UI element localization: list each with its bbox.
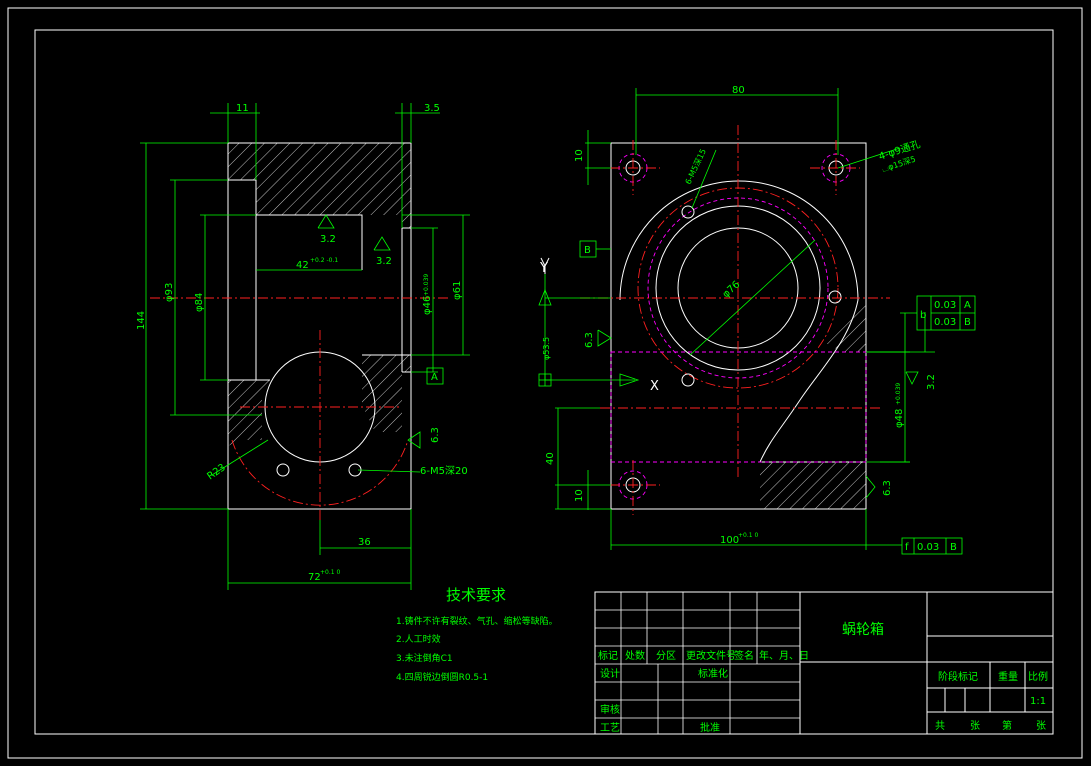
tb-header-count: 处数 — [625, 649, 645, 662]
tb-standard: 标准化 — [698, 667, 728, 680]
tb-header-mark: 标记 — [598, 650, 618, 662]
dim-holes-m5-right: 6-M5深15 — [684, 147, 708, 185]
tb-process: 工艺 — [600, 722, 620, 734]
note-4: 4.四周锐边倒圆R0.5-1 — [396, 671, 488, 683]
gdt-f-value: 0.03 — [917, 542, 939, 553]
gdt-ref-2: B — [964, 317, 971, 328]
dim-42-tol: +0.2 -0.1 — [310, 257, 338, 264]
tb-part-name: 蜗轮箱 — [842, 622, 884, 638]
tb-sheets: 张 — [970, 720, 980, 732]
dim-phi48-tol: +0.039 — [895, 383, 902, 405]
dim-80: 80 — [732, 85, 745, 96]
dim-11: 11 — [236, 103, 249, 114]
dim-phi46-tol: +0.039 — [423, 274, 430, 296]
roughness-left-c: 6.3 — [430, 427, 441, 443]
roughness-left-a: 3.2 — [320, 234, 336, 245]
notes-title: 技术要求 — [446, 586, 506, 604]
dim-36: 36 — [358, 537, 371, 548]
gdt-value-2: 0.03 — [934, 317, 956, 328]
dim-r23: R23 — [205, 462, 227, 482]
axis-y-label: Y — [539, 261, 548, 276]
dim-phi46: φ46 — [422, 296, 433, 315]
gdt-f-symbol: f — [905, 542, 909, 553]
dim-10-bottom: 10 — [574, 489, 585, 502]
roughness-right-a: 6.3 — [584, 332, 595, 348]
tb-total: 共 — [935, 720, 945, 732]
datum-a: A — [431, 372, 438, 383]
gdt-b-symbol: b — [920, 310, 926, 321]
tb-sheet2: 张 — [1036, 720, 1046, 732]
tb-header-docno: 更改文件号 — [686, 649, 736, 662]
dim-100: 100 — [720, 535, 739, 546]
inner-frame — [34, 29, 1054, 735]
title-block: 标记 处数 分区 更改文件号 签名 年、月、日 设计 标准化 审核 工艺 批准 … — [594, 591, 1054, 735]
tb-scale: 1:1 — [1030, 696, 1046, 707]
right-front-view: Y X 80 10 10 40 100 +0.1 0 φ76 φ53.5 φ48… — [538, 85, 976, 555]
tb-header-date: 年、月、日 — [759, 649, 809, 662]
dim-phi93: φ93 — [164, 283, 175, 302]
dim-phi76: φ76 — [721, 279, 743, 300]
left-section-view: 11 3.5 144 φ93 φ84 42 +0.2 -0.1 φ46 +0.0… — [136, 103, 470, 590]
note-2: 2.人工时效 — [396, 633, 441, 645]
roughness-right-b: 3.2 — [926, 374, 937, 390]
tb-review: 审核 — [600, 703, 620, 716]
dim-phi61: φ61 — [452, 281, 463, 300]
axis-x-label: X — [650, 379, 659, 394]
tb-approve: 批准 — [700, 721, 720, 734]
dim-phi48: φ48 — [894, 409, 905, 428]
technical-requirements: 技术要求 1.铸件不许有裂纹、气孔、缩松等缺陷。 2.人工时效 3.未注倒角C1… — [396, 586, 558, 683]
gdt-value-1: 0.03 — [934, 300, 956, 311]
dim-holes-left: 6-M5深20 — [420, 465, 468, 477]
tb-weight: 重量 — [998, 670, 1018, 683]
gdt-f-ref: B — [950, 542, 957, 553]
roughness-right-c: 6.3 — [882, 480, 893, 496]
dim-72-tol: +0.1 0 — [320, 569, 340, 576]
dim-100-tol: +0.1 0 — [738, 532, 758, 539]
tb-scale-label: 比例 — [1028, 670, 1048, 683]
note-3: 3.未注倒角C1 — [396, 652, 453, 664]
dim-10-top: 10 — [574, 149, 585, 162]
tb-header-sign: 签名 — [734, 649, 754, 662]
dim-144: 144 — [136, 311, 147, 330]
dim-42: 42 — [296, 260, 309, 271]
tb-design: 设计 — [600, 667, 620, 680]
dim-3-5: 3.5 — [424, 103, 440, 114]
datum-b: B — [584, 245, 591, 256]
dim-40: 40 — [545, 452, 556, 465]
tb-header-zone: 分区 — [656, 650, 676, 662]
dim-72: 72 — [308, 572, 321, 583]
roughness-left-b: 3.2 — [376, 256, 392, 267]
dim-phi53-5: φ53.5 — [542, 337, 551, 360]
tb-stage: 阶段标记 — [938, 670, 978, 683]
dim-phi84: φ84 — [194, 293, 205, 312]
gdt-ref-1: A — [964, 300, 971, 311]
tb-page: 第 — [1002, 719, 1012, 732]
cad-drawing-sheet: 11 3.5 144 φ93 φ84 42 +0.2 -0.1 φ46 +0.0… — [7, 7, 1083, 759]
note-1: 1.铸件不许有裂纹、气孔、缩松等缺陷。 — [396, 615, 558, 627]
